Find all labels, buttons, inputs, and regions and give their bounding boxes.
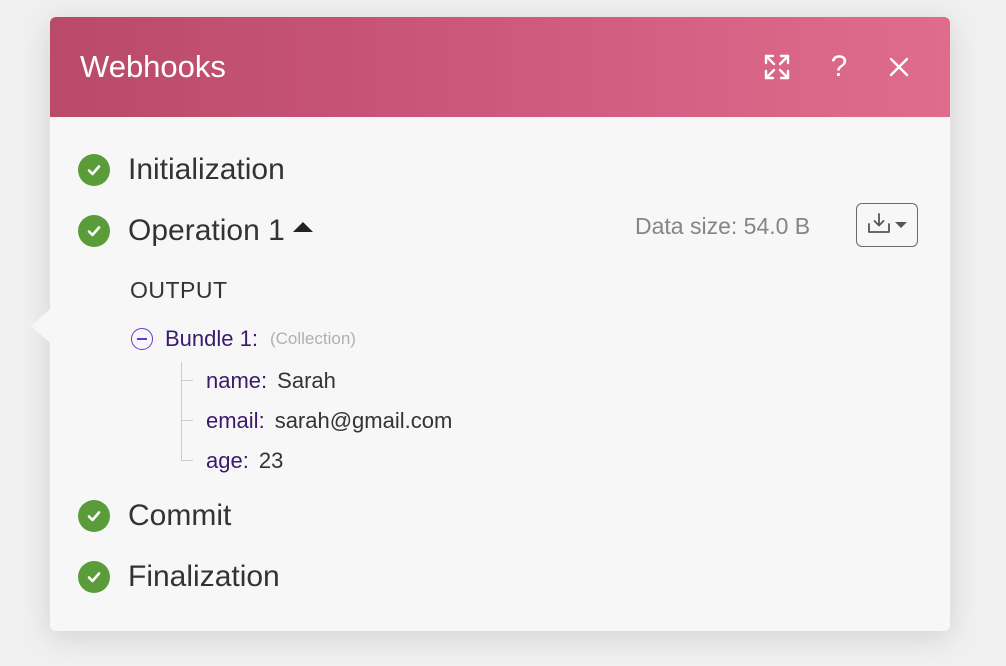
tree-branch (181, 420, 193, 421)
check-circle-icon (78, 561, 110, 593)
panel-title: Webhooks (80, 49, 226, 84)
tree-line (181, 362, 182, 460)
output-heading: OUTPUT (130, 277, 228, 303)
field-age: age: 23 (206, 448, 283, 474)
step-label: Initialization (128, 153, 285, 186)
step-commit: Commit (78, 498, 231, 534)
download-button[interactable] (856, 203, 918, 247)
field-key: email: (206, 408, 265, 433)
step-initialization: Initialization (78, 152, 285, 188)
expand-button[interactable] (757, 47, 797, 87)
field-key: name: (206, 368, 268, 393)
check-circle-icon (78, 500, 110, 532)
help-button[interactable]: ? (819, 47, 859, 87)
field-email: email: sarah@gmail.com (206, 408, 452, 434)
panel-pointer (31, 309, 50, 343)
close-icon (888, 56, 910, 78)
step-operation-1[interactable]: Operation 1 (78, 213, 313, 249)
panel-header: Webhooks ? (50, 17, 950, 117)
bundle-row: Bundle 1: (Collection) (131, 326, 356, 352)
caret-up-icon[interactable] (292, 222, 313, 232)
webhooks-panel: Webhooks ? Initialization Operation 1 Da… (31, 17, 950, 631)
data-size-label: Data size: 54.0 B (635, 213, 811, 239)
download-icon (867, 212, 891, 239)
tree-branch (181, 460, 193, 461)
field-key: age: (206, 448, 249, 473)
tree-branch (181, 380, 193, 381)
expand-icon (763, 53, 791, 81)
bundle-type: (Collection) (269, 329, 356, 348)
bundle-label: Bundle 1: (165, 326, 258, 351)
field-value: sarah@gmail.com (274, 408, 453, 433)
step-label: Finalization (128, 560, 280, 593)
check-circle-icon (78, 215, 110, 247)
field-name: name: Sarah (206, 368, 336, 394)
close-button[interactable] (879, 47, 919, 87)
chevron-down-icon (895, 222, 907, 228)
check-circle-icon (78, 154, 110, 186)
step-label: Commit (128, 499, 232, 532)
collapse-icon[interactable] (131, 328, 153, 350)
help-icon: ? (830, 50, 848, 83)
step-finalization: Finalization (78, 559, 280, 595)
step-label: Operation 1 (128, 214, 285, 247)
field-value: Sarah (277, 368, 336, 393)
field-value: 23 (258, 448, 284, 473)
